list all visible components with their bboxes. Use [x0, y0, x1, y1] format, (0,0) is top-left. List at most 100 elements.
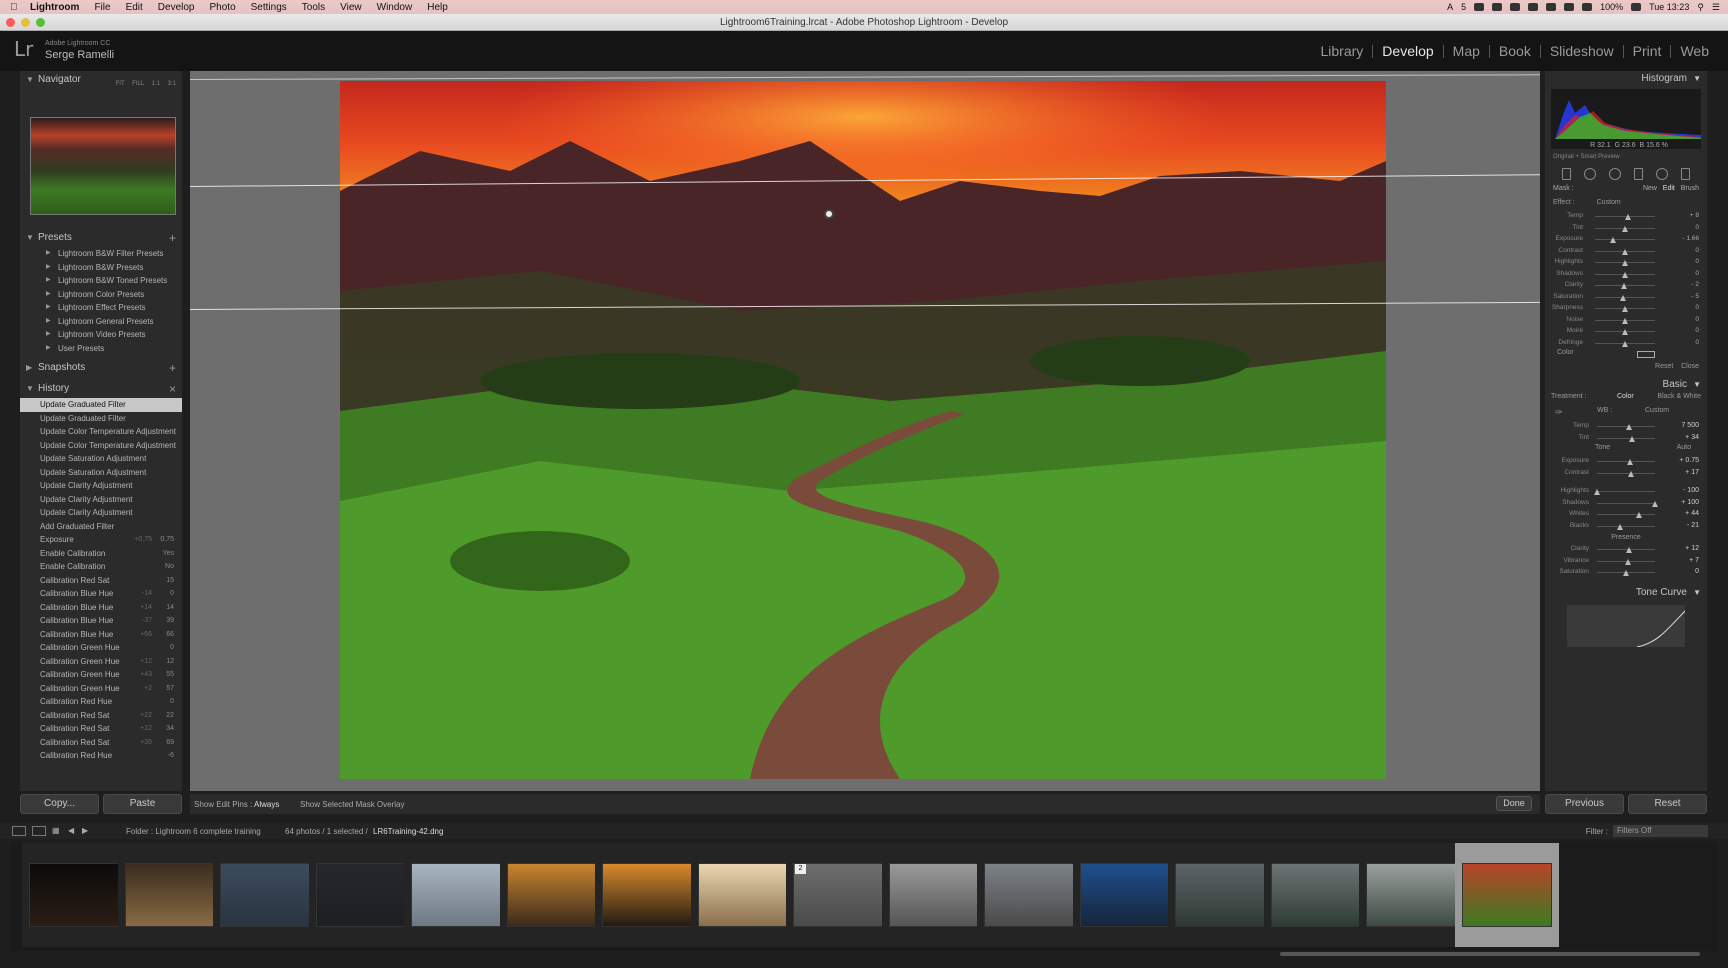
- preset-folder[interactable]: ▶ Lightroom Video Presets: [20, 328, 182, 342]
- menu-develop[interactable]: Develop: [158, 2, 195, 13]
- slider-temp[interactable]: Temp 7 500: [1545, 421, 1707, 433]
- slider-thumb[interactable]: [1620, 282, 1627, 289]
- slider-value[interactable]: + 17: [1685, 469, 1699, 476]
- slider-vibrance[interactable]: Vibrance + 7: [1545, 556, 1707, 568]
- slider-value[interactable]: 0: [1695, 270, 1699, 277]
- filmstrip-thumbnail[interactable]: [315, 863, 406, 927]
- filmstrip-thumbnail[interactable]: [1461, 863, 1552, 927]
- copy-button[interactable]: Copy...: [20, 794, 99, 814]
- color-swatch[interactable]: [1637, 351, 1655, 358]
- filmstrip-cell[interactable]: 2: [786, 843, 890, 947]
- history-step[interactable]: Calibration Blue Hue -14 0: [20, 587, 182, 601]
- module-map[interactable]: Map: [1442, 44, 1489, 58]
- history-step[interactable]: Calibration Blue Hue +14 14: [20, 601, 182, 615]
- slider-thumb[interactable]: [1622, 339, 1628, 347]
- main-photo[interactable]: [340, 81, 1386, 779]
- clear-history-icon[interactable]: ×: [169, 380, 176, 398]
- slider-thumb[interactable]: [1627, 469, 1634, 477]
- slider-value[interactable]: 0: [1695, 568, 1699, 575]
- chat-icon[interactable]: [1510, 3, 1521, 11]
- filmstrip-thumbnail[interactable]: [220, 863, 310, 927]
- filmstrip-cell[interactable]: [1263, 843, 1368, 947]
- minimize-window-button[interactable]: [21, 18, 30, 27]
- menu-app-lightroom[interactable]: Lightroom: [30, 2, 79, 13]
- slider-value[interactable]: + 100: [1681, 499, 1699, 506]
- history-step[interactable]: Calibration Blue Hue -37 39: [20, 614, 182, 628]
- filmstrip-thumbnail[interactable]: [506, 863, 597, 927]
- filmstrip-thumbnail[interactable]: [124, 863, 215, 927]
- slider-value[interactable]: 0: [1695, 224, 1699, 231]
- history-step[interactable]: Add Graduated Filter: [20, 520, 182, 534]
- preset-folder[interactable]: ▶ Lightroom B&W Toned Presets: [20, 274, 182, 288]
- zoom-3-1[interactable]: 3:1: [168, 81, 176, 87]
- slider-thumb[interactable]: [1622, 316, 1628, 324]
- slider-saturation[interactable]: Saturation - 5: [1545, 292, 1707, 304]
- menu-help[interactable]: Help: [427, 2, 448, 13]
- history-step[interactable]: Update Saturation Adjustment: [20, 466, 182, 480]
- history-step[interactable]: Calibration Green Hue +43 55: [20, 668, 182, 682]
- slider-track[interactable]: [1597, 437, 1655, 439]
- slider-value[interactable]: - 21: [1687, 522, 1699, 529]
- forward-arrow-icon[interactable]: ▶: [82, 826, 90, 836]
- filmstrip-thumbnail[interactable]: [1270, 863, 1361, 927]
- slider-value[interactable]: - 2: [1691, 281, 1699, 288]
- slider-thumb[interactable]: [1594, 488, 1600, 495]
- menu-view[interactable]: View: [340, 2, 362, 13]
- filmstrip-thumbnail[interactable]: [1175, 863, 1265, 927]
- slider-value[interactable]: 0: [1695, 327, 1699, 334]
- selected-filename[interactable]: LR6Training-42.dng: [373, 827, 443, 836]
- slider-track[interactable]: [1597, 491, 1655, 492]
- treatment-color-button[interactable]: Color: [1617, 393, 1634, 400]
- slider-clarity[interactable]: Clarity - 2: [1545, 280, 1707, 292]
- filmstrip-cell[interactable]: [117, 843, 222, 947]
- history-step[interactable]: Calibration Red Hue -6: [20, 749, 182, 763]
- slider-value[interactable]: 0: [1695, 247, 1699, 254]
- slider-thumb[interactable]: [1635, 511, 1642, 518]
- filmstrip-thumbnail[interactable]: [1366, 863, 1456, 927]
- slider-value[interactable]: + 34: [1685, 434, 1699, 441]
- history-step[interactable]: Enable Calibration No: [20, 560, 182, 574]
- preset-folder[interactable]: ▶ Lightroom General Presets: [20, 315, 182, 329]
- presets-header[interactable]: ▼ Presets +: [20, 229, 182, 247]
- history-step[interactable]: Update Clarity Adjustment: [20, 506, 182, 520]
- second-window-icon[interactable]: [32, 826, 46, 836]
- filmstrip[interactable]: 2: [10, 843, 1718, 951]
- filmstrip-cell[interactable]: [595, 843, 699, 947]
- preset-folder[interactable]: ▶ Lightroom Color Presets: [20, 288, 182, 302]
- tone-curve-graph[interactable]: [1567, 604, 1686, 647]
- history-step[interactable]: Update Color Temperature Adjustment: [20, 425, 182, 439]
- filmstrip-thumbnail[interactable]: [888, 863, 979, 927]
- module-library[interactable]: Library: [1312, 44, 1373, 58]
- tone-curve-header[interactable]: Tone Curve ▼: [1545, 585, 1707, 601]
- slider-tint[interactable]: Tint 0: [1545, 223, 1707, 235]
- spotlight-icon[interactable]: ⚲: [1697, 2, 1704, 13]
- filmstrip-cell[interactable]: [690, 843, 795, 947]
- slider-thumb[interactable]: [1622, 328, 1628, 335]
- history-step[interactable]: Calibration Blue Hue +66 66: [20, 628, 182, 642]
- filmstrip-thumbnail[interactable]: [602, 863, 692, 927]
- preset-folder[interactable]: ▶ User Presets: [20, 342, 182, 356]
- slider-value[interactable]: 0: [1695, 316, 1699, 323]
- done-button[interactable]: Done: [1496, 796, 1532, 811]
- slider-thumb[interactable]: [1622, 259, 1628, 266]
- filmstrip-thumbnail[interactable]: [984, 863, 1074, 927]
- slider-value[interactable]: - 100: [1683, 487, 1699, 494]
- slider-track[interactable]: [1597, 525, 1655, 527]
- menu-settings[interactable]: Settings: [251, 2, 287, 13]
- history-step[interactable]: Calibration Red Hue 0: [20, 695, 182, 709]
- slider-value[interactable]: 0: [1695, 339, 1699, 346]
- slider-thumb[interactable]: [1620, 293, 1627, 301]
- slider-thumb[interactable]: [1624, 557, 1631, 565]
- effect-preset-select[interactable]: Custom: [1597, 199, 1621, 206]
- mask-reset-button[interactable]: Reset: [1655, 363, 1673, 370]
- red-eye-icon[interactable]: [1608, 168, 1621, 180]
- history-step[interactable]: Calibration Red Sat +35 69: [20, 736, 182, 750]
- slider-defringe[interactable]: Defringe 0: [1545, 338, 1707, 350]
- grid-view-icon[interactable]: ▦: [52, 826, 62, 836]
- menu-photo[interactable]: Photo: [210, 2, 236, 13]
- show-edit-pins-select[interactable]: Always: [254, 800, 279, 809]
- screen-icon[interactable]: [1474, 3, 1485, 11]
- navigator-preview[interactable]: [30, 117, 176, 215]
- module-print[interactable]: Print: [1622, 44, 1671, 58]
- filmstrip-cell[interactable]: [977, 843, 1081, 947]
